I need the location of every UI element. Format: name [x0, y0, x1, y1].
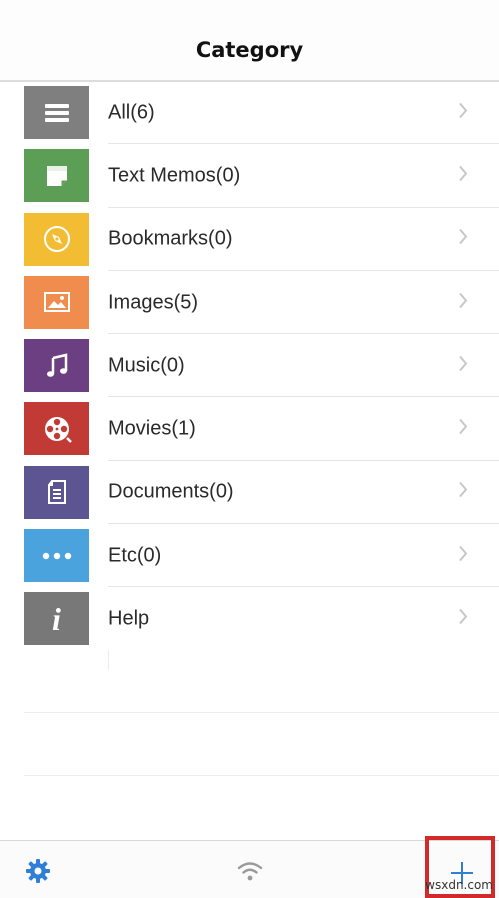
- category-label: Etc(0): [108, 544, 162, 567]
- divider: [24, 712, 499, 713]
- category-row-etc[interactable]: Etc(0): [0, 524, 499, 588]
- category-label: All(6): [108, 101, 155, 124]
- category-row-music[interactable]: Music(0): [0, 334, 499, 398]
- category-row-documents[interactable]: Documents(0): [0, 461, 499, 525]
- more-dots-icon: [24, 529, 89, 583]
- film-reel-icon: [24, 402, 89, 456]
- chevron-right-icon: [458, 355, 468, 376]
- divider: [108, 650, 109, 670]
- gear-icon: [26, 859, 50, 883]
- memo-icon: [24, 149, 89, 203]
- category-label: Music(0): [108, 354, 185, 377]
- category-row-bookmarks[interactable]: Bookmarks(0): [0, 208, 499, 271]
- category-list: All(6) Text Memos(0) Bookmarks(0) Images…: [0, 81, 499, 651]
- list-icon: [24, 86, 89, 139]
- chevron-right-icon: [458, 482, 468, 503]
- category-label: Bookmarks(0): [108, 227, 233, 250]
- music-note-icon: [24, 339, 89, 393]
- image-icon: [24, 275, 89, 329]
- chevron-right-icon: [458, 608, 468, 630]
- category-label: Text Memos(0): [108, 164, 241, 187]
- wifi-button[interactable]: [228, 853, 272, 889]
- category-row-movies[interactable]: Movies(1): [0, 397, 499, 461]
- chevron-right-icon: [458, 229, 468, 250]
- category-row-all[interactable]: All(6): [0, 81, 499, 145]
- watermark: wsxdn.com: [425, 878, 493, 892]
- category-label: Help: [108, 607, 150, 630]
- compass-icon: [24, 212, 89, 266]
- document-icon: [24, 465, 89, 519]
- chevron-right-icon: [458, 545, 468, 566]
- chevron-right-icon: [458, 292, 468, 313]
- chevron-right-icon: [458, 102, 468, 123]
- info-icon: i: [24, 592, 89, 646]
- nav-bar: Category: [0, 0, 499, 82]
- category-label: Movies(1): [108, 417, 196, 440]
- divider: [24, 775, 499, 776]
- category-row-images[interactable]: Images(5): [0, 271, 499, 335]
- category-row-help[interactable]: i Help: [0, 587, 499, 650]
- chevron-right-icon: [458, 165, 468, 186]
- chevron-right-icon: [458, 418, 468, 440]
- settings-button[interactable]: [18, 853, 58, 889]
- category-row-text-memos[interactable]: Text Memos(0): [0, 144, 499, 208]
- category-label: Documents(0): [108, 480, 234, 503]
- page-title: Category: [195, 38, 304, 62]
- category-label: Images(5): [108, 291, 199, 314]
- wifi-icon: [237, 862, 263, 881]
